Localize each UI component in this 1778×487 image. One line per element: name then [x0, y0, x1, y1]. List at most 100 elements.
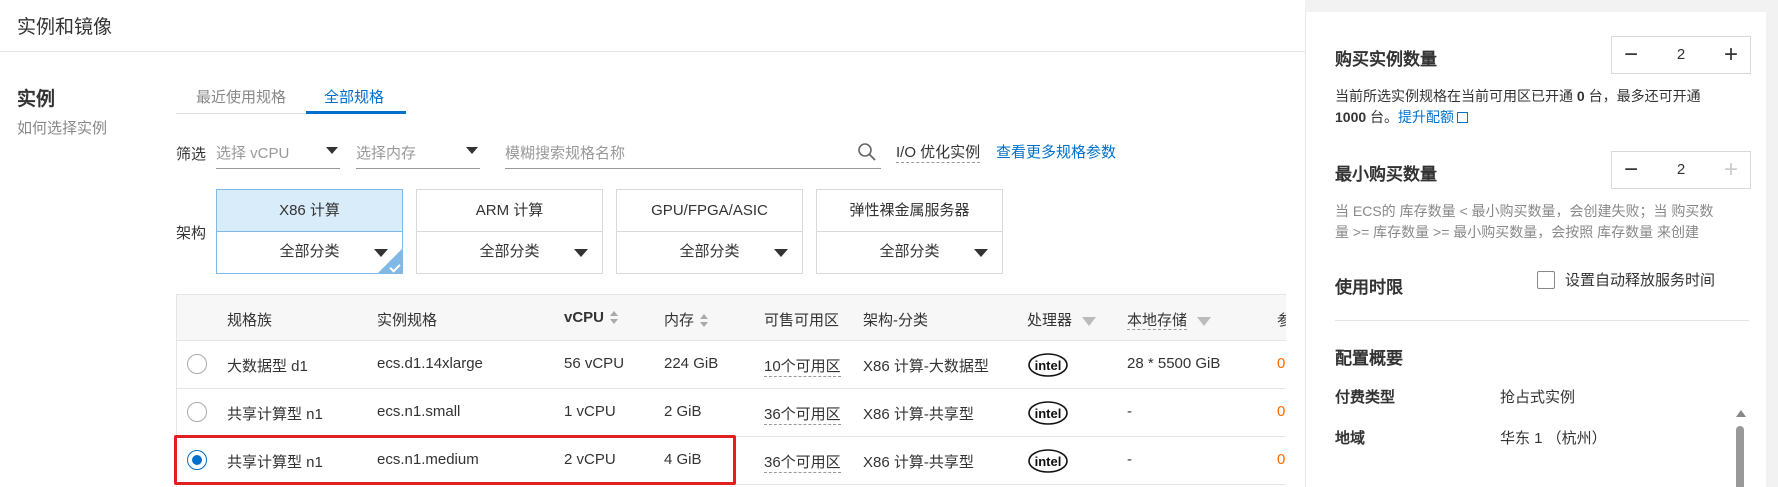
vcpu-select[interactable]: 选择 vCPU — [216, 139, 340, 169]
auto-release-label[interactable]: 设置自动释放服务时间 — [1565, 270, 1715, 291]
filter-icon[interactable] — [1197, 316, 1212, 326]
opened-count: 0 — [1576, 88, 1585, 104]
spec-search-input[interactable]: 模糊搜索规格名称 — [505, 139, 881, 169]
summary-scrollbar[interactable] — [1736, 410, 1746, 487]
arch-card-x86[interactable]: X86 计算 全部分类 — [216, 189, 403, 274]
auto-release-checkbox[interactable] — [1537, 271, 1555, 289]
cell-zones[interactable]: 10个可用区 — [764, 355, 841, 377]
cell-arch: X86 计算-大数据型 — [863, 358, 989, 375]
caret-down-icon — [974, 249, 988, 257]
selected-row-highlight — [174, 435, 736, 485]
cell-vcpu: 1 vCPU — [564, 403, 616, 420]
summary-key: 地域 — [1335, 430, 1366, 447]
cell-vcpu: 56 vCPU — [564, 355, 625, 372]
arch-card-gpu[interactable]: GPU/FPGA/ASIC 全部分类 — [616, 189, 803, 274]
filter-label: 筛选 — [176, 146, 207, 163]
sort-icon[interactable] — [700, 314, 709, 328]
svg-text:intel: intel — [1035, 454, 1062, 469]
breadcrumb: 实例和镜像 — [17, 17, 113, 38]
spec-tabs: 最近使用规格 全部规格 — [176, 80, 406, 114]
io-optimized-label: I/O 优化实例 — [896, 141, 981, 163]
intel-logo-icon: intel — [1028, 401, 1068, 425]
cell-family: 大数据型 d1 — [227, 358, 308, 375]
sort-icon[interactable] — [610, 311, 619, 325]
caret-down-icon — [466, 147, 478, 154]
table-row[interactable]: 大数据型 d1 ecs.d1.14xlarge 56 vCPU 224 GiB … — [177, 341, 1286, 389]
col-memory[interactable]: 内存 — [664, 309, 709, 330]
cell-family: 共享计算型 n1 — [227, 406, 323, 423]
arch-category-select[interactable]: 全部分类 — [617, 232, 802, 274]
col-vcpu[interactable]: vCPU — [564, 309, 619, 326]
cell-arch: X86 计算-共享型 — [863, 406, 974, 423]
tab-all-specs[interactable]: 全部规格 — [324, 86, 384, 107]
col-zones: 可售可用区 — [764, 312, 840, 329]
decrement-button[interactable]: − — [1612, 37, 1650, 73]
col-family: 规格族 — [227, 312, 273, 329]
how-to-choose-link[interactable]: 如何选择实例 — [17, 117, 107, 138]
search-placeholder: 模糊搜索规格名称 — [505, 145, 626, 162]
cell-extra: 0 — [1277, 403, 1286, 420]
more-spec-params-link[interactable]: 查看更多规格参数 — [996, 141, 1116, 162]
arch-category-select[interactable]: 全部分类 — [817, 232, 1002, 274]
summary-key: 付费类型 — [1335, 389, 1396, 406]
cell-memory: 2 GiB — [664, 403, 702, 420]
increment-button-disabled: + — [1723, 156, 1738, 183]
tab-recent-specs[interactable]: 最近使用规格 — [196, 86, 286, 107]
raise-quota-link[interactable]: 提升配额 — [1398, 109, 1469, 125]
search-icon[interactable] — [857, 142, 877, 162]
col-extra: 参 — [1277, 309, 1286, 330]
caret-down-icon — [774, 249, 788, 257]
cell-zones[interactable]: 36个可用区 — [764, 451, 841, 473]
min-qty-label: 最小购买数量 — [1335, 165, 1437, 184]
cell-arch: X86 计算-共享型 — [863, 454, 974, 471]
increment-button[interactable]: + — [1712, 37, 1750, 73]
filter-icon[interactable] — [1082, 316, 1097, 326]
scroll-thumb[interactable] — [1736, 426, 1744, 487]
arch-card-arm[interactable]: ARM 计算 全部分类 — [416, 189, 603, 274]
svg-text:intel: intel — [1035, 358, 1062, 373]
summary-title: 配置概要 — [1335, 349, 1403, 368]
top-bar: 实例和镜像 — [0, 0, 1305, 52]
arch-card-name: X86 计算 — [217, 190, 402, 232]
raise-quota-label: 提升配额 — [1398, 109, 1455, 125]
row-radio[interactable] — [187, 354, 207, 374]
arch-category-select[interactable]: 全部分类 — [217, 232, 402, 274]
arch-category-select[interactable]: 全部分类 — [417, 232, 602, 274]
memory-select-placeholder: 选择内存 — [356, 145, 417, 162]
col-memory-label: 内存 — [664, 312, 695, 329]
col-storage[interactable]: 本地存储 — [1127, 309, 1212, 330]
row-radio[interactable] — [187, 402, 207, 422]
cell-zones[interactable]: 36个可用区 — [764, 403, 841, 425]
cell-extra: 0 — [1277, 451, 1286, 468]
col-arch: 架构-分类 — [863, 312, 928, 329]
cell-spec: ecs.d1.14xlarge — [377, 355, 483, 372]
purchase-qty-label: 购买实例数量 — [1335, 50, 1437, 69]
table-row[interactable]: 共享计算型 n1 ecs.n1.small 1 vCPU 2 GiB 36个可用… — [177, 389, 1286, 437]
arch-category-value: 全部分类 — [279, 243, 340, 260]
purchase-qty-stepper[interactable]: − 2 + — [1611, 36, 1751, 74]
col-processor[interactable]: 处理器 — [1027, 309, 1097, 330]
memory-select[interactable]: 选择内存 — [356, 139, 480, 169]
min-qty-stepper[interactable]: − 2 + — [1611, 151, 1751, 189]
cell-extra: 0 — [1277, 355, 1286, 372]
scroll-up-arrow-icon[interactable] — [1736, 410, 1746, 417]
active-tab-indicator — [306, 111, 406, 114]
arch-card-bare-metal[interactable]: 弹性裸金属服务器 全部分类 — [816, 189, 1003, 274]
col-spec: 实例规格 — [377, 312, 438, 329]
min-qty-note-line: 当 ECS的 库存数量 < 最小购买数量，会创建失败；当 购买数 — [1335, 203, 1714, 219]
purchase-qty-value[interactable]: 2 — [1650, 37, 1712, 73]
decrement-button[interactable]: − — [1612, 152, 1650, 188]
cell-storage: 28 * 5500 GiB — [1127, 355, 1221, 372]
col-storage-label: 本地存储 — [1127, 312, 1188, 330]
min-qty-note-line: 量 >= 库存数量 >= 最小购买数量，会按照 库存数量 来创建 — [1335, 224, 1700, 240]
min-qty-value[interactable]: 2 — [1650, 152, 1712, 188]
purchase-note-text: 台。 — [1366, 109, 1399, 125]
purchase-panel: 购买实例数量 − 2 + 当前所选实例规格在当前可用区已开通 0 台，最多还可开… — [1305, 12, 1766, 487]
vcpu-select-placeholder: 选择 vCPU — [216, 145, 290, 162]
summary-value: 华东 1 （杭州） — [1500, 430, 1607, 447]
svg-text:intel: intel — [1035, 406, 1062, 421]
arch-category-value: 全部分类 — [479, 243, 540, 260]
purchase-note-text: 台，最多还可开通 — [1584, 88, 1701, 104]
col-vcpu-label: vCPU — [564, 309, 605, 326]
arch-category-value: 全部分类 — [879, 243, 940, 260]
